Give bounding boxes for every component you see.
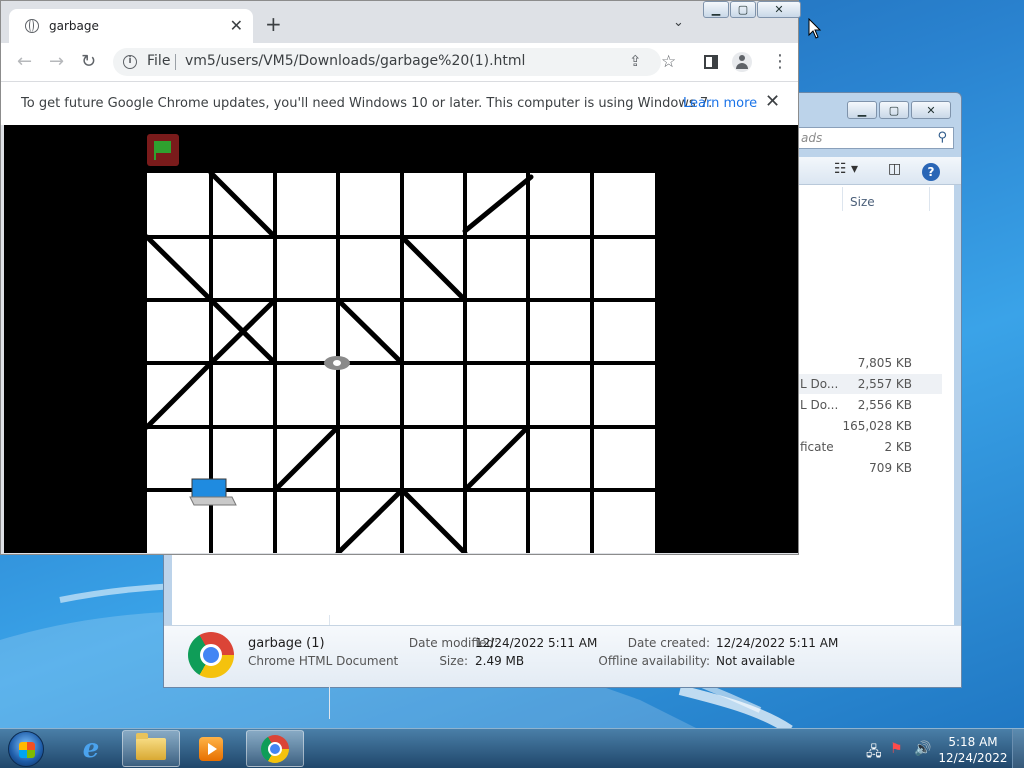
view-options-icon[interactable]: ☷ ▾: [834, 161, 858, 177]
mouse-cursor-icon: [808, 18, 822, 39]
profile-avatar-icon[interactable]: [732, 52, 752, 72]
explorer-search-input[interactable]: ads ⚲: [794, 127, 954, 149]
date-created-label: Date created:: [627, 636, 710, 650]
learn-more-link[interactable]: Learn more: [683, 96, 757, 111]
game-canvas[interactable]: [4, 125, 798, 553]
offline-availability-label: Offline availability:: [598, 654, 710, 668]
date-modified-value: 12/24/2022 5:11 AM: [475, 636, 598, 650]
tab-title: garbage: [49, 19, 99, 33]
file-size: 2,556 KB: [857, 398, 912, 412]
size-label: Size:: [439, 654, 468, 668]
date-created-value: 12/24/2022 5:11 AM: [716, 636, 839, 650]
details-file-name: garbage (1): [248, 636, 325, 651]
network-icon[interactable]: 🖧: [866, 741, 882, 765]
file-size: 2,557 KB: [857, 377, 912, 391]
taskbar-internet-explorer[interactable]: e: [62, 730, 120, 767]
explorer-maximize-button[interactable]: ▢: [879, 101, 909, 119]
search-icon[interactable]: ⚲: [937, 130, 947, 145]
folder-icon: [136, 732, 166, 760]
infobar-close-icon[interactable]: ✕: [765, 91, 780, 112]
show-desktop-button[interactable]: [1012, 729, 1024, 768]
chrome-window: garbage ✕ + ⌄ ▁ ▢ ✕ ← → ↻ i File vm5/use…: [0, 0, 801, 555]
explorer-close-button[interactable]: ✕: [911, 101, 951, 119]
media-player-icon: [199, 736, 223, 761]
chrome-caption-buttons: ▁ ▢ ✕: [703, 1, 801, 18]
explorer-search-placeholder: ads: [801, 131, 823, 145]
tab-garbage[interactable]: garbage ✕: [9, 9, 253, 43]
side-panel-icon[interactable]: [704, 55, 718, 69]
help-icon[interactable]: ?: [922, 163, 940, 181]
chrome-icon: [261, 734, 289, 763]
column-header-size[interactable]: Size: [850, 195, 875, 209]
green-flag-icon: [147, 134, 179, 166]
taskbar-file-explorer[interactable]: [122, 730, 180, 767]
update-infobar: To get future Google Chrome updates, you…: [1, 81, 798, 125]
back-arrow-icon[interactable]: ←: [17, 51, 32, 72]
clock-time: 5:18 AM: [948, 735, 998, 749]
page-content[interactable]: [4, 125, 798, 553]
menu-kebab-icon[interactable]: ⋮: [771, 51, 789, 72]
file-size: 165,028 KB: [842, 419, 912, 433]
chrome-minimize-button[interactable]: ▁: [703, 1, 729, 18]
chrome-toolbar: ← → ↻ i File vm5/users/VM5/Downloads/gar…: [1, 43, 798, 81]
tab-close-icon[interactable]: ✕: [230, 16, 243, 35]
omnibox-separator: [175, 54, 176, 70]
disc-sprite-icon: [324, 356, 350, 370]
chrome-maximize-button[interactable]: ▢: [730, 1, 756, 18]
url-text[interactable]: vm5/users/VM5/Downloads/garbage%20(1).ht…: [185, 53, 525, 69]
preview-pane-icon[interactable]: ◫: [888, 161, 901, 177]
size-value: 2.49 MB: [475, 654, 525, 668]
globe-icon: [25, 19, 39, 33]
chevron-down-icon[interactable]: ⌄: [673, 15, 684, 30]
chrome-close-button[interactable]: ✕: [757, 1, 801, 18]
reload-icon[interactable]: ↻: [81, 51, 96, 72]
column-separator: [842, 187, 843, 211]
column-separator: [929, 187, 930, 211]
taskbar: e 🖧 ⚑ 🔊 5:18 AM 12/24/2022: [0, 728, 1024, 768]
file-size: 709 KB: [869, 461, 912, 475]
system-clock[interactable]: 5:18 AM 12/24/2022: [938, 734, 1008, 766]
file-size: 2 KB: [884, 440, 912, 454]
taskbar-media-player[interactable]: [182, 730, 240, 767]
forward-arrow-icon[interactable]: →: [49, 51, 64, 72]
offline-availability-value: Not available: [716, 654, 796, 668]
infobar-message: To get future Google Chrome updates, you…: [21, 96, 713, 111]
new-tab-button[interactable]: +: [265, 12, 282, 36]
url-scheme: File: [147, 53, 171, 69]
info-icon[interactable]: i: [123, 55, 137, 69]
tab-strip: garbage ✕ + ⌄ ▁ ▢ ✕: [1, 1, 801, 43]
address-bar[interactable]: i File vm5/users/VM5/Downloads/garbage%2…: [113, 48, 661, 76]
taskbar-chrome[interactable]: [246, 730, 304, 767]
volume-icon[interactable]: 🔊: [914, 741, 931, 757]
details-pane: garbage (1) Chrome HTML Document Date mo…: [164, 625, 961, 687]
internet-explorer-icon: e: [82, 733, 100, 764]
windows-logo-icon: [19, 742, 35, 758]
explorer-minimize-button[interactable]: ▁: [847, 101, 877, 119]
action-center-icon[interactable]: ⚑: [890, 741, 903, 757]
explorer-caption-buttons: ▁ ▢ ✕: [847, 101, 951, 119]
clock-date: 12/24/2022: [938, 751, 1008, 765]
file-size: 7,805 KB: [857, 356, 912, 370]
share-icon[interactable]: ⇪: [629, 52, 642, 70]
chrome-document-icon: [188, 632, 234, 678]
bookmark-star-icon[interactable]: ☆: [661, 52, 676, 72]
start-button[interactable]: [8, 731, 44, 767]
